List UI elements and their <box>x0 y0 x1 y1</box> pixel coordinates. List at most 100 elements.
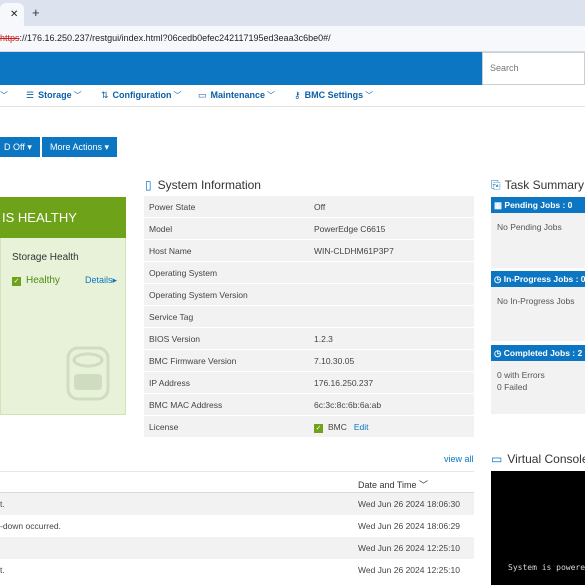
chevron-down-icon: ﹀ <box>365 91 374 100</box>
info-value: Off <box>314 202 326 212</box>
clock-icon: ◷ <box>494 274 502 284</box>
task-summary-heading: ⎘ Task Summary <box>491 178 584 193</box>
license-value: ✓ BMC Edit <box>314 422 369 433</box>
nav-storage[interactable]: ☰ Storage ﹀ <box>26 90 82 101</box>
info-value: WIN-CLDHM61P3P7 <box>314 246 394 256</box>
disk-drive-icon <box>66 346 110 401</box>
log-table: Date and Time ﹀ t. Wed Jun 26 2024 18:06:… <box>0 471 474 581</box>
license-row: License ✓ BMC Edit <box>144 416 474 438</box>
search-input[interactable]: Search <box>482 52 585 85</box>
storage-icon: ☰ <box>26 90 35 100</box>
system-info-heading: ▯ System Information <box>145 178 261 192</box>
storage-health-status-label: Healthy <box>26 275 60 286</box>
date-time-header[interactable]: Date and Time ﹀ <box>358 478 428 491</box>
caret-down-icon: ▾ <box>27 142 32 152</box>
check-icon: ✓ <box>314 424 323 433</box>
monitor-icon: ▭ <box>491 452 503 466</box>
storage-health-status: ✓ Healthy <box>12 275 60 286</box>
inprogress-jobs-text: No In-Progress Jobs <box>497 296 575 306</box>
info-label: Service Tag <box>149 312 194 322</box>
more-actions-label: More Actions <box>50 142 103 152</box>
info-label: Power State <box>149 202 196 212</box>
inprogress-jobs-panel: No In-Progress Jobs <box>491 287 585 341</box>
info-row: Model PowerEdge C6615 <box>144 218 474 240</box>
table-row: -down occurred. Wed Jun 26 2024 18:06:29 <box>0 515 474 537</box>
main-nav: ﹀ ☰ Storage ﹀ ⇅ Configuration ﹀ ▭ Maintenance… <box>0 85 585 107</box>
log-datetime: Wed Jun 26 2024 12:25:10 <box>358 565 460 575</box>
chevron-down-icon: ﹀ <box>73 91 82 100</box>
inprogress-jobs-label: In-Progress Jobs : 0 <box>503 274 585 284</box>
health-banner: IS HEALTHY <box>0 197 126 238</box>
date-time-header-label: Date and Time <box>358 480 417 490</box>
browser-tab-bar: ✕ + <box>0 0 585 26</box>
console-screen-text: System is powered o <box>508 563 585 572</box>
pending-jobs-panel: No Pending Jobs <box>491 213 585 268</box>
info-row: Host Name WIN-CLDHM61P3P7 <box>144 240 474 262</box>
nav-maintenance-label: Maintenance <box>210 90 266 100</box>
server-icon: ▯ <box>145 178 152 192</box>
license-label: License <box>149 422 179 432</box>
calendar-icon: ▦ <box>494 200 503 210</box>
nav-configuration[interactable]: ⇅ Configuration ﹀ <box>101 90 182 101</box>
nav-bmc-settings[interactable]: ⚷ BMC Settings ﹀ <box>294 90 373 101</box>
log-datetime: Wed Jun 26 2024 18:06:29 <box>358 521 460 531</box>
info-value: 6c:3c:8c:6b:6a:ab <box>314 400 382 410</box>
power-button-label: D Off <box>4 142 25 152</box>
settings-key-icon: ⚷ <box>294 90 301 100</box>
play-arrow-icon: ▸ <box>112 275 118 285</box>
task-summary-title: Task Summary <box>504 178 584 192</box>
virtual-console-heading: ▭ Virtual Console <box>491 452 585 466</box>
log-datetime: Wed Jun 26 2024 12:25:10 <box>358 543 460 553</box>
browser-tab[interactable]: ✕ <box>0 3 24 26</box>
power-button[interactable]: D Off ▾ <box>0 137 40 157</box>
completed-failed-text: 0 Failed <box>497 382 528 392</box>
completed-jobs-header[interactable]: ◷ Completed Jobs : 2 <box>491 345 585 361</box>
details-link[interactable]: Details▸ <box>85 275 117 286</box>
chevron-down-icon: ﹀ <box>267 91 276 100</box>
license-name: BMC <box>328 422 347 432</box>
pending-jobs-header[interactable]: ▦ Pending Jobs : 0 <box>491 197 585 213</box>
system-info-table: Power State Off Model PowerEdge C6615 Host… <box>144 196 474 438</box>
info-row: BMC MAC Address 6c:3c:8c:6b:6a:ab <box>144 394 474 416</box>
log-message: -down occurred. <box>0 521 61 531</box>
info-row: BMC Firmware Version 7.10.30.05 <box>144 350 474 372</box>
info-label: Operating System <box>149 268 218 278</box>
completed-jobs-label: Completed Jobs : 2 <box>503 348 583 358</box>
nav-prev-chevron[interactable]: ﹀ <box>0 90 8 101</box>
info-label: Model <box>149 224 173 234</box>
info-label: Host Name <box>149 246 192 256</box>
new-tab-icon[interactable]: + <box>32 5 40 20</box>
license-edit-link[interactable]: Edit <box>354 422 369 432</box>
log-message: t. <box>0 565 5 575</box>
inprogress-jobs-header[interactable]: ◷ In-Progress Jobs : 0 <box>491 271 585 287</box>
chevron-down-icon: ﹀ <box>173 91 182 100</box>
info-value: 176.16.250.237 <box>314 378 374 388</box>
table-row: t. Wed Jun 26 2024 12:25:10 <box>0 559 474 581</box>
check-icon: ✓ <box>12 277 21 286</box>
url-text[interactable]: https://176.16.250.237/restgui/index.htm… <box>0 33 331 43</box>
close-tab-icon[interactable]: ✕ <box>10 9 18 20</box>
chevron-down-icon: ﹀ <box>0 91 8 100</box>
configuration-icon: ⇅ <box>101 90 109 100</box>
clipboard-icon: ⎘ <box>491 178 501 192</box>
info-row: Power State Off <box>144 196 474 218</box>
nav-bmc-settings-label: BMC Settings <box>304 90 364 100</box>
virtual-console-preview[interactable]: System is powered o <box>491 471 585 585</box>
table-row: t. Wed Jun 26 2024 18:06:30 <box>0 493 474 515</box>
info-row: Service Tag <box>144 306 474 328</box>
log-message: t. <box>0 499 5 509</box>
info-label: BIOS Version <box>149 334 201 344</box>
chevron-down-icon: ﹀ <box>419 480 429 490</box>
address-bar[interactable]: https://176.16.250.237/restgui/index.htm… <box>0 26 585 52</box>
caret-down-icon: ▾ <box>104 142 110 152</box>
completed-errors-text: 0 with Errors <box>497 370 545 380</box>
maintenance-icon: ▭ <box>198 90 207 100</box>
info-label: IP Address <box>149 378 190 388</box>
more-actions-button[interactable]: More Actions ▾ <box>42 137 118 157</box>
pending-jobs-label: Pending Jobs : 0 <box>504 200 573 210</box>
virtual-console-title: Virtual Console <box>507 452 585 466</box>
nav-maintenance[interactable]: ▭ Maintenance ﹀ <box>198 90 275 101</box>
view-all-link[interactable]: view all <box>444 454 474 464</box>
log-datetime: Wed Jun 26 2024 18:06:30 <box>358 499 460 509</box>
info-value: PowerEdge C6615 <box>314 224 386 234</box>
